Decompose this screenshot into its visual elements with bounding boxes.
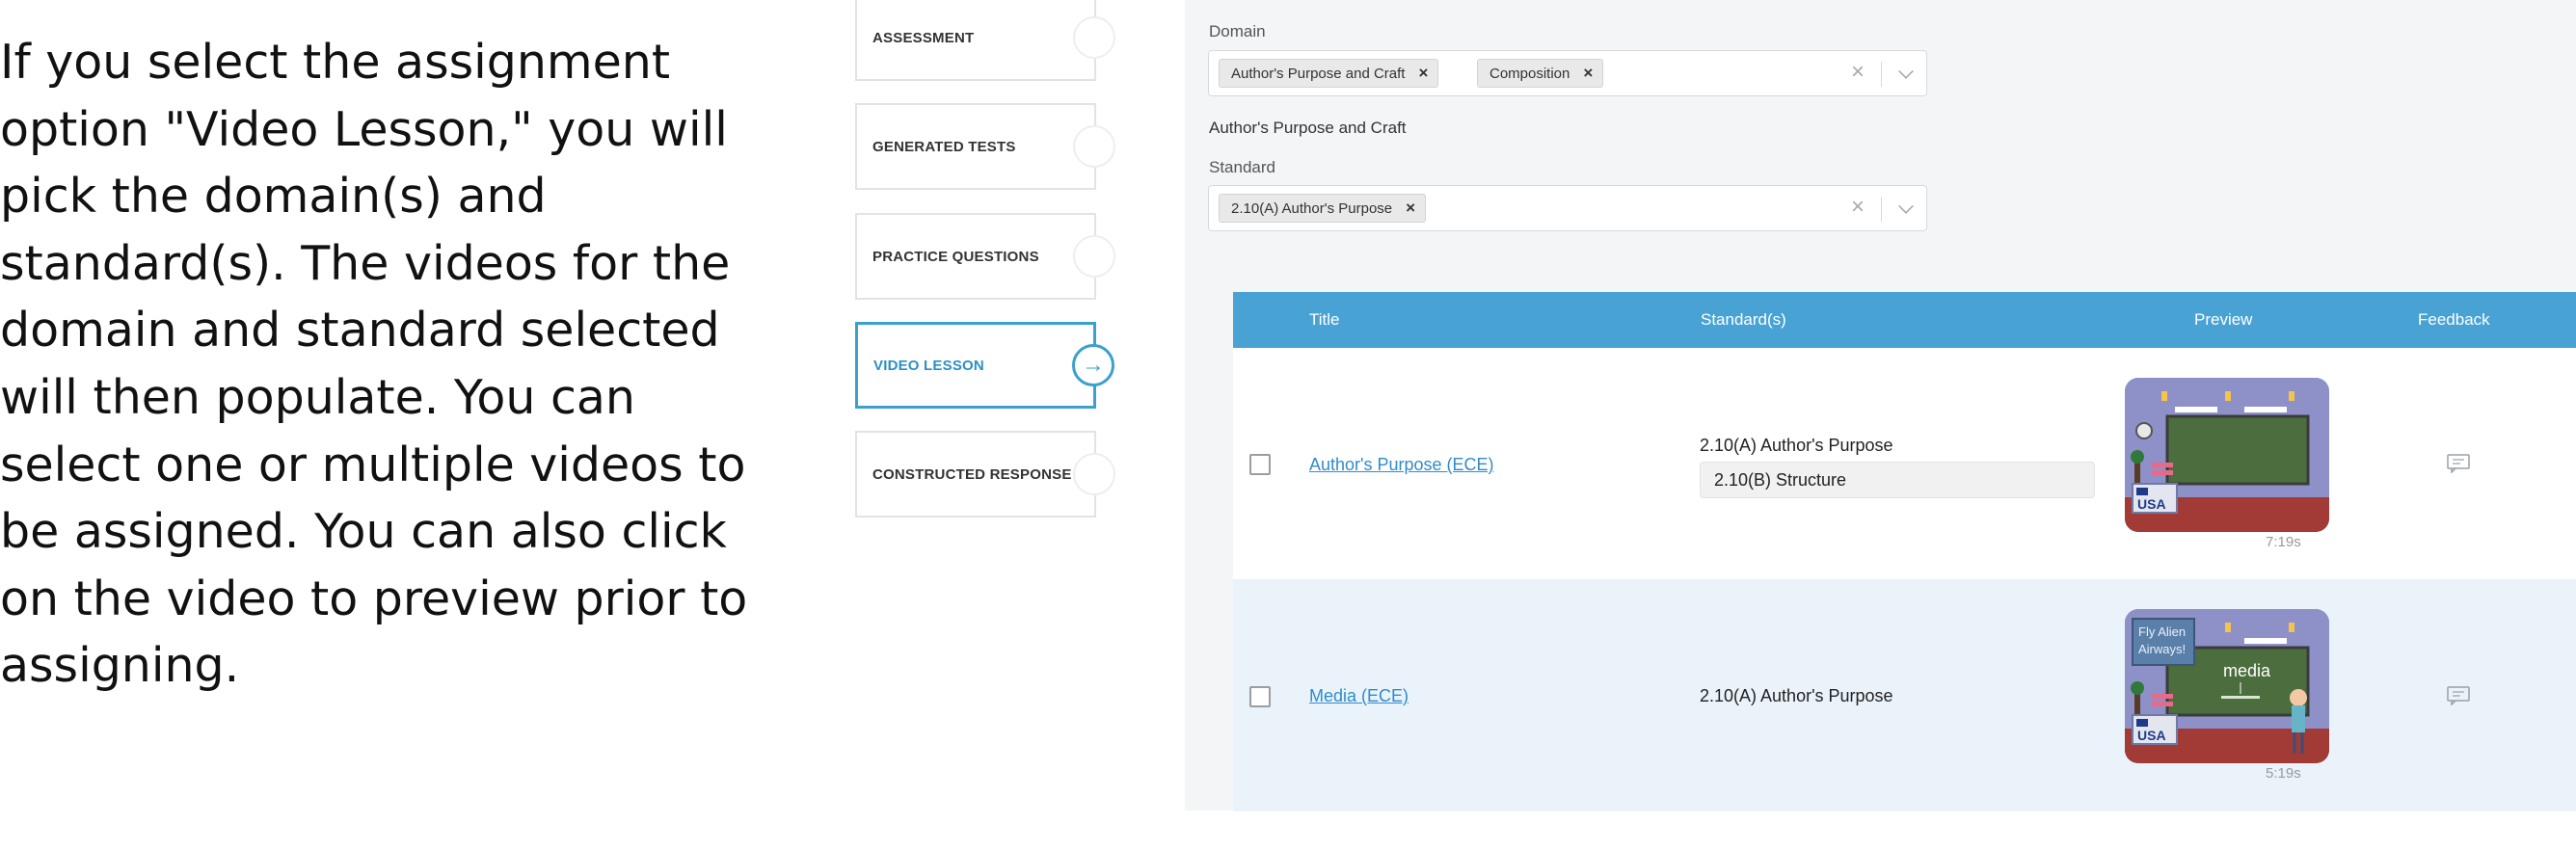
classroom-illustration: Fly Alien Airways! media USA bbox=[2125, 609, 2329, 763]
instructions-text: If you select the assignment option "Vid… bbox=[0, 29, 752, 700]
step-label: ASSESSMENT bbox=[872, 29, 975, 46]
table-row: Author's Purpose (ECE) 2.10(A) Author's … bbox=[1233, 348, 2576, 579]
chevron-down-icon[interactable] bbox=[1898, 199, 1914, 214]
video-thumbnail[interactable]: USA bbox=[2125, 378, 2329, 532]
step-indicator bbox=[1073, 16, 1115, 59]
standard-text: 2.10(A) Author's Purpose bbox=[1700, 686, 1893, 705]
video-title-link[interactable]: Author's Purpose (ECE) bbox=[1309, 455, 1494, 475]
instruction-line: assigning. bbox=[0, 638, 240, 694]
select-separator bbox=[1881, 62, 1882, 87]
step-practice-questions[interactable]: PRACTICE QUESTIONS bbox=[855, 213, 1115, 300]
instruction-line: select one or multiple videos to bbox=[0, 437, 746, 492]
step-assessment[interactable]: ASSESSMENT bbox=[855, 0, 1115, 81]
step-generated-tests[interactable]: GENERATED TESTS bbox=[855, 103, 1115, 190]
instruction-line: standard(s). The videos for the bbox=[0, 235, 731, 291]
instruction-line: pick the domain(s) and bbox=[0, 169, 547, 225]
arrow-right-icon: → bbox=[1072, 344, 1114, 386]
video-duration: 7:19s bbox=[2266, 534, 2301, 550]
thumb-badge: USA bbox=[2137, 728, 2166, 743]
instruction-line: If you select the assignment bbox=[0, 35, 671, 90]
instruction-line: on the video to preview prior to bbox=[0, 571, 748, 626]
clear-icon[interactable]: × bbox=[1851, 59, 1865, 86]
chip-label: Author's Purpose and Craft bbox=[1231, 65, 1406, 82]
step-label: GENERATED TESTS bbox=[872, 138, 1016, 155]
column-title: Title bbox=[1309, 310, 1340, 329]
thumb-badge: USA bbox=[2137, 496, 2166, 512]
remove-chip-icon[interactable]: × bbox=[1583, 64, 1593, 83]
instruction-line: option "Video Lesson," you will bbox=[0, 101, 728, 157]
step-label: CONSTRUCTED RESPONSE bbox=[872, 465, 1072, 483]
chevron-down-icon[interactable] bbox=[1898, 64, 1914, 79]
standard-text: 2.10(A) Author's Purpose bbox=[1700, 436, 1893, 455]
domain-chip: Composition × bbox=[1477, 59, 1604, 88]
step-constructed-response[interactable]: CONSTRUCTED RESPONSE bbox=[855, 431, 1115, 518]
step-indicator bbox=[1073, 453, 1115, 495]
remove-chip-icon[interactable]: × bbox=[1418, 64, 1428, 83]
standard-text: 2.10(B) Structure bbox=[1714, 470, 1847, 490]
chip-label: 2.10(A) Author's Purpose bbox=[1231, 199, 1393, 217]
column-standards: Standard(s) bbox=[1701, 310, 1786, 329]
standard-label: Standard bbox=[1209, 158, 1275, 176]
video-thumbnail[interactable]: Fly Alien Airways! media USA bbox=[2125, 609, 2329, 763]
clear-icon[interactable]: × bbox=[1851, 194, 1865, 221]
standard-chip: 2.10(A) Author's Purpose × bbox=[1219, 194, 1427, 223]
standard-select[interactable]: 2.10(A) Author's Purpose × × bbox=[1208, 185, 1927, 231]
thumb-sign-line: Airways! bbox=[2138, 642, 2186, 656]
step-label: VIDEO LESSON bbox=[873, 357, 984, 374]
standard-pill: 2.10(B) Structure bbox=[1700, 462, 2095, 498]
domain-label: Domain bbox=[1209, 22, 1266, 40]
video-title-link[interactable]: Media (ECE) bbox=[1309, 686, 1409, 706]
instruction-line: domain and standard selected bbox=[0, 303, 720, 359]
row-checkbox[interactable] bbox=[1249, 454, 1271, 475]
thumb-board-word: media bbox=[2223, 661, 2271, 680]
step-video-lesson[interactable]: VIDEO LESSON → bbox=[855, 322, 1114, 409]
select-separator bbox=[1881, 197, 1882, 222]
thumb-sign-line: Fly Alien bbox=[2138, 624, 2186, 639]
instruction-line: will then populate. You can bbox=[0, 369, 635, 425]
column-preview: Preview bbox=[2194, 310, 2253, 329]
domain-chip: Author's Purpose and Craft × bbox=[1219, 59, 1439, 88]
row-checkbox[interactable] bbox=[1249, 686, 1271, 707]
column-feedback: Feedback bbox=[2418, 310, 2490, 329]
video-duration: 5:19s bbox=[2266, 765, 2301, 782]
domain-heading: Author's Purpose and Craft bbox=[1209, 119, 1407, 137]
feedback-icon[interactable] bbox=[2447, 454, 2470, 473]
step-indicator bbox=[1073, 125, 1115, 168]
feedback-icon[interactable] bbox=[2447, 686, 2470, 705]
table-row: Media (ECE) 2.10(A) Author's Purpose Fly… bbox=[1233, 579, 2576, 811]
table-header: Title Standard(s) Preview Feedback bbox=[1233, 292, 2576, 348]
step-indicator bbox=[1073, 235, 1115, 278]
remove-chip-icon[interactable]: × bbox=[1406, 199, 1415, 218]
instruction-line: be assigned. You can also click bbox=[0, 504, 727, 560]
video-lesson-panel: Domain Author's Purpose and Craft × Comp… bbox=[1185, 0, 2576, 811]
classroom-illustration: USA bbox=[2125, 378, 2329, 532]
step-label: PRACTICE QUESTIONS bbox=[872, 248, 1039, 265]
chip-label: Composition bbox=[1489, 65, 1570, 82]
domain-select[interactable]: Author's Purpose and Craft × Composition… bbox=[1208, 50, 1927, 96]
